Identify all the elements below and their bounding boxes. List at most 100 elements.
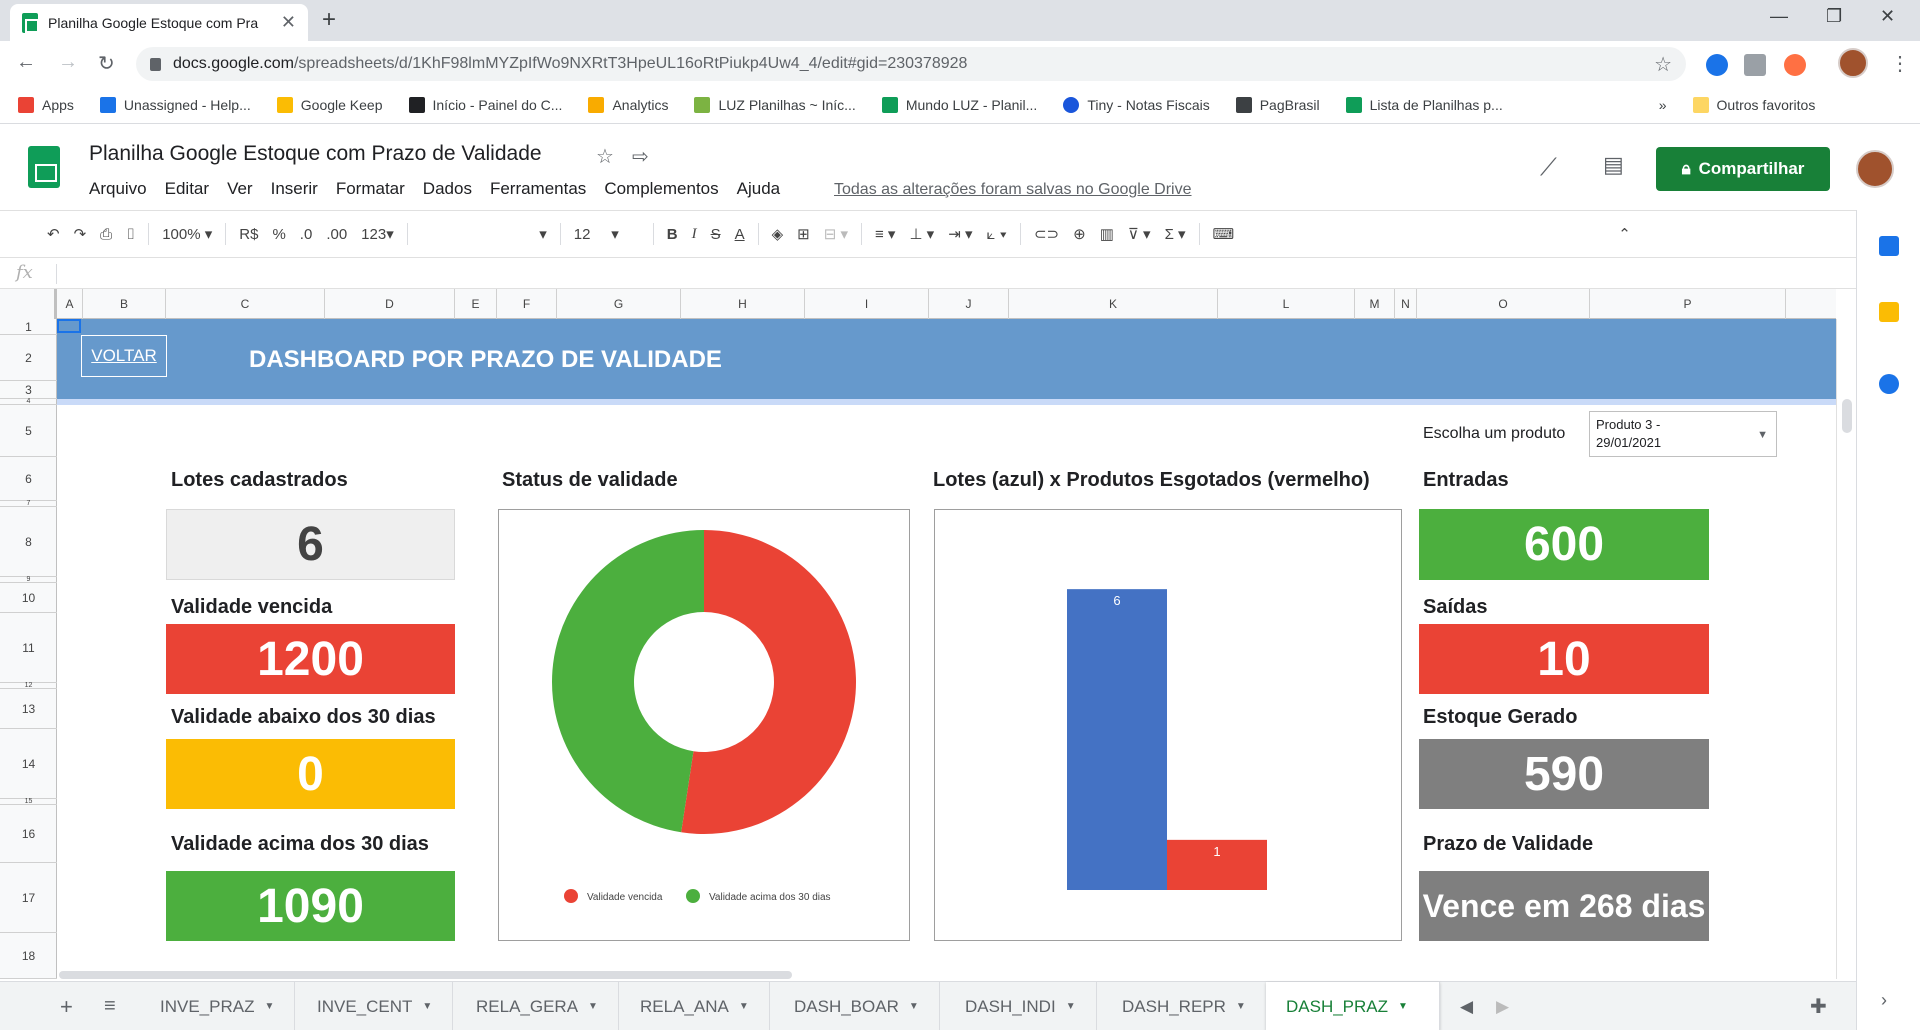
horizontal-scroll-thumb[interactable] bbox=[59, 971, 792, 979]
currency-format-button[interactable]: R$ bbox=[232, 226, 265, 243]
account-avatar[interactable] bbox=[1856, 150, 1894, 188]
password-extension-icon[interactable] bbox=[1706, 54, 1728, 76]
bookmark-other-folder[interactable]: Outros favoritos bbox=[1692, 97, 1815, 113]
bookmark-unassigned[interactable]: Unassigned - Help... bbox=[99, 97, 251, 113]
menu-ajuda[interactable]: Ajuda bbox=[737, 179, 780, 199]
menu-inserir[interactable]: Inserir bbox=[271, 179, 318, 199]
save-status[interactable]: Todas as alterações foram salvas no Goog… bbox=[834, 181, 1192, 199]
row-header[interactable]: 6 bbox=[0, 457, 57, 501]
column-header[interactable]: J bbox=[929, 289, 1009, 319]
calendar-icon[interactable] bbox=[1879, 236, 1899, 256]
menu-editar[interactable]: Editar bbox=[165, 179, 209, 199]
sheet-tab-dash-repr[interactable]: DASH_REPR ▼ bbox=[1102, 982, 1267, 1030]
insert-link-icon[interactable]: ⊂⊃ bbox=[1027, 225, 1066, 243]
activity-dashboard-icon[interactable]: ⟋ bbox=[1540, 154, 1557, 182]
sheet-tab-inve-cent[interactable]: INVE_CENT ▼ bbox=[297, 982, 454, 1030]
voltar-button[interactable]: VOLTAR bbox=[81, 335, 167, 377]
restore-icon[interactable]: ❐ bbox=[1826, 6, 1842, 27]
vertical-scrollbar[interactable] bbox=[1836, 319, 1856, 979]
explore-icon[interactable]: ✚ bbox=[1790, 982, 1847, 1030]
reload-icon[interactable]: ↻ bbox=[98, 51, 115, 76]
minimize-icon[interactable]: — bbox=[1770, 6, 1788, 27]
select-all-corner[interactable] bbox=[0, 289, 57, 319]
menu-arquivo[interactable]: Arquivo bbox=[89, 179, 147, 199]
row-header[interactable]: 2 bbox=[0, 335, 57, 381]
menu-ver[interactable]: Ver bbox=[227, 179, 253, 199]
column-header[interactable]: K bbox=[1009, 289, 1218, 319]
menu-complementos[interactable]: Complementos bbox=[604, 179, 718, 199]
zoom-select[interactable]: 100% ▾ bbox=[155, 225, 219, 243]
sheet-grid[interactable]: VOLTAR DASHBOARD POR PRAZO DE VALIDADE E… bbox=[57, 319, 1836, 979]
sheet-tab-inve-praz[interactable]: INVE_PRAZ ▼ bbox=[140, 982, 296, 1030]
font-family-select[interactable]: ▾ bbox=[414, 225, 554, 243]
align-vertical-icon[interactable]: ⊥ ▾ bbox=[902, 225, 941, 243]
bold-button[interactable]: B bbox=[660, 226, 685, 243]
font-size-select[interactable]: 12 ▾ bbox=[567, 225, 647, 243]
sheet-tab-dash-boar[interactable]: DASH_BOAR ▼ bbox=[774, 982, 940, 1030]
column-header[interactable]: H bbox=[681, 289, 805, 319]
all-sheets-icon[interactable]: ≡ bbox=[84, 982, 136, 1030]
row-header[interactable]: 14 bbox=[0, 729, 57, 799]
column-header[interactable]: I bbox=[805, 289, 929, 319]
k-extension-icon[interactable] bbox=[1784, 54, 1806, 76]
filter-icon[interactable]: ⊽ ▾ bbox=[1121, 225, 1158, 243]
text-wrap-icon[interactable]: ⇥ ▾ bbox=[941, 225, 979, 243]
more-formats-button[interactable]: 123▾ bbox=[354, 225, 401, 243]
column-header[interactable]: A bbox=[57, 289, 83, 319]
functions-icon[interactable]: Σ ▾ bbox=[1158, 225, 1193, 243]
column-header[interactable]: E bbox=[455, 289, 497, 319]
column-header[interactable]: F bbox=[497, 289, 557, 319]
bookmark-painel[interactable]: Início - Painel do C... bbox=[408, 97, 562, 113]
column-header[interactable]: D bbox=[325, 289, 455, 319]
menu-ferramentas[interactable]: Ferramentas bbox=[490, 179, 586, 199]
row-header[interactable]: 18 bbox=[0, 933, 57, 979]
sheet-tab-dash-praz[interactable]: DASH_PRAZ ▼ bbox=[1266, 982, 1440, 1030]
bookmark-star-icon[interactable]: ☆ bbox=[1654, 52, 1672, 77]
close-tab-icon[interactable]: ✕ bbox=[281, 12, 296, 33]
bookmark-luz-planilhas[interactable]: LUZ Planilhas ~ Iníc... bbox=[694, 97, 856, 113]
menu-dados[interactable]: Dados bbox=[423, 179, 472, 199]
column-header[interactable]: N bbox=[1395, 289, 1417, 319]
comments-icon[interactable]: ▤ bbox=[1603, 152, 1624, 178]
star-icon[interactable]: ☆ bbox=[596, 144, 614, 169]
input-tools-icon[interactable]: ⌨ bbox=[1206, 225, 1242, 243]
status-chart-box[interactable]: Validade vencida Validade acima dos 30 di… bbox=[498, 509, 910, 941]
align-horizontal-icon[interactable]: ≡ ▾ bbox=[868, 225, 902, 243]
keep-icon[interactable] bbox=[1879, 302, 1899, 322]
increase-decimals-button[interactable]: .00 bbox=[319, 226, 354, 243]
bookmark-tiny[interactable]: Tiny - Notas Fiscais bbox=[1063, 97, 1210, 113]
bookmark-analytics[interactable]: Analytics bbox=[588, 97, 668, 113]
row-header[interactable]: 11 bbox=[0, 613, 57, 683]
column-header[interactable]: O bbox=[1417, 289, 1590, 319]
column-header[interactable]: L bbox=[1218, 289, 1355, 319]
browser-tab[interactable]: Planilha Google Estoque com Pra ✕ bbox=[10, 4, 308, 41]
text-color-button[interactable]: A bbox=[728, 226, 752, 243]
selected-cell-a1[interactable] bbox=[57, 319, 81, 333]
vertical-scroll-thumb[interactable] bbox=[1842, 399, 1852, 433]
row-header[interactable]: 13 bbox=[0, 689, 57, 729]
column-header[interactable]: B bbox=[83, 289, 166, 319]
document-title[interactable]: Planilha Google Estoque com Prazo de Val… bbox=[89, 142, 542, 166]
notes-extension-icon[interactable] bbox=[1744, 54, 1766, 76]
strikethrough-button[interactable]: S bbox=[704, 226, 728, 243]
product-select[interactable]: Produto 3 - 29/01/2021 ▼ bbox=[1589, 411, 1777, 457]
expand-panel-icon[interactable]: › bbox=[1881, 990, 1887, 1011]
row-header[interactable]: 10 bbox=[0, 583, 57, 613]
row-header[interactable]: 17 bbox=[0, 863, 57, 933]
row-header[interactable]: 1 bbox=[0, 319, 57, 335]
move-folder-icon[interactable]: ⇨ bbox=[632, 144, 649, 169]
undo-icon[interactable]: ↶ bbox=[40, 225, 67, 243]
row-header[interactable]: 5 bbox=[0, 405, 57, 457]
bookmark-mundo-luz[interactable]: Mundo LUZ - Planil... bbox=[881, 97, 1037, 113]
fill-color-icon[interactable]: ◈ bbox=[765, 225, 791, 243]
url-field[interactable]: docs.google.com/spreadsheets/d/1KhF98lmM… bbox=[136, 47, 1686, 81]
scroll-tabs-right-icon[interactable]: ▶ bbox=[1476, 982, 1529, 1030]
column-header[interactable]: P bbox=[1590, 289, 1786, 319]
decrease-decimals-button[interactable]: .0 bbox=[293, 226, 320, 243]
column-header[interactable]: G bbox=[557, 289, 681, 319]
borders-icon[interactable]: ⊞ bbox=[790, 225, 817, 243]
bookmark-google-keep[interactable]: Google Keep bbox=[276, 97, 383, 113]
bookmarks-more[interactable]: » bbox=[1659, 97, 1667, 113]
tasks-icon[interactable] bbox=[1879, 374, 1899, 394]
new-tab-icon[interactable]: + bbox=[322, 6, 336, 34]
